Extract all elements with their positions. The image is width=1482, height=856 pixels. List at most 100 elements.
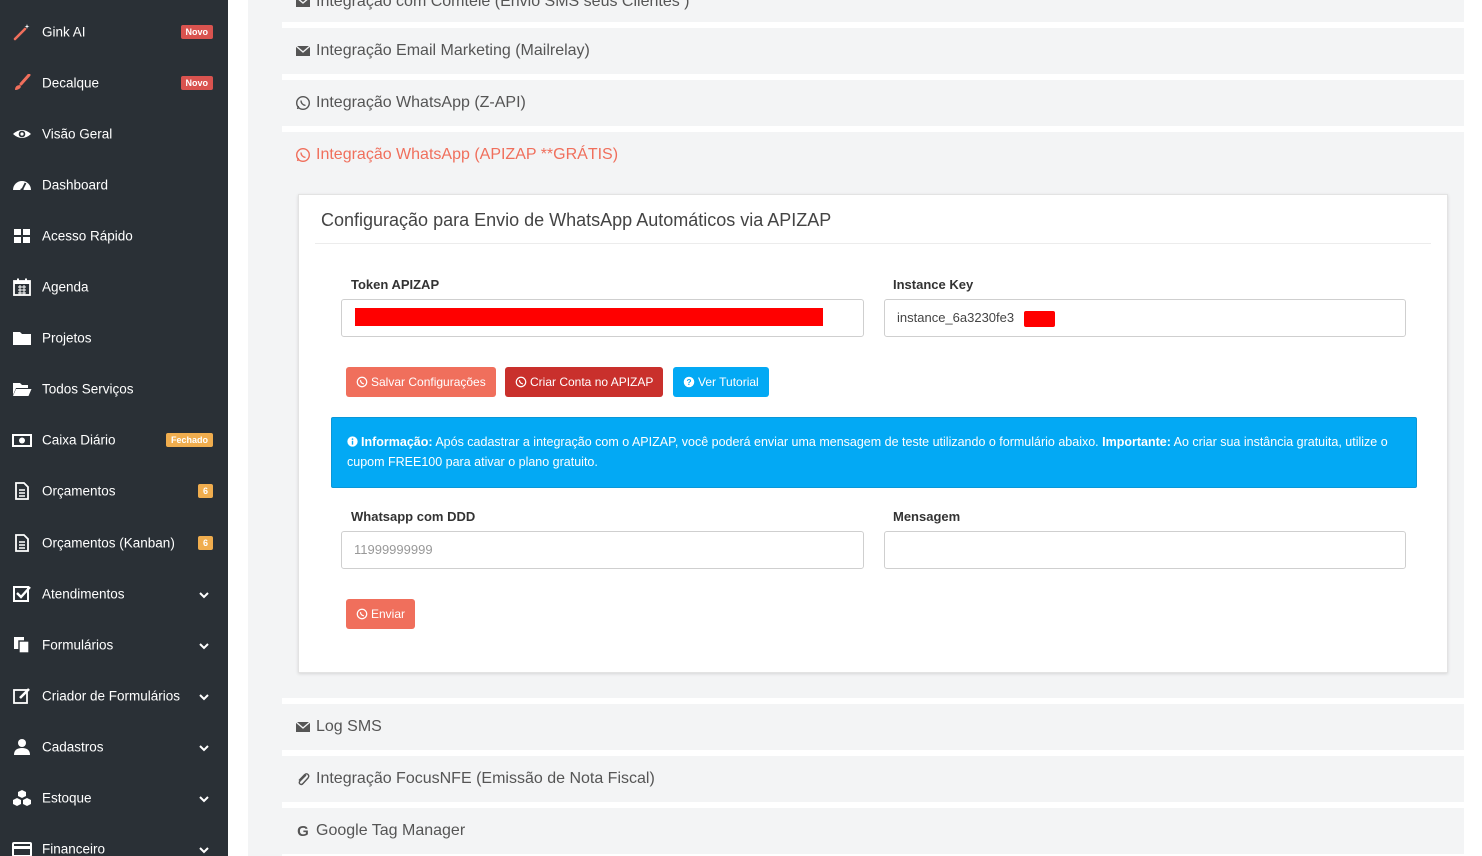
- instance-key-label: Instance Key: [893, 277, 974, 292]
- accordion-comtele[interactable]: Integração com Comtele (Envio SMS seus C…: [282, 0, 1464, 26]
- sidebar-badge: Novo: [180, 75, 213, 90]
- redaction-block: [1024, 311, 1055, 327]
- edit-icon: [11, 686, 33, 706]
- sidebar-item-label: Dashboard: [42, 177, 109, 193]
- whatsapp-icon: [356, 608, 368, 620]
- chevron-down-icon: [198, 639, 210, 651]
- accordion-title: Integração Email Marketing (Mailrelay): [316, 42, 590, 59]
- grid-icon: [11, 226, 33, 246]
- sidebar-badge: Fechado: [165, 433, 213, 448]
- sidebar-item-cadastros[interactable]: Cadastros: [0, 721, 228, 772]
- sidebar: Gink AI Novo Decalque Novo Visão Geral Dashbo…: [0, 0, 228, 856]
- info-circle-icon: [347, 434, 358, 447]
- save-config-button[interactable]: Salvar Configurações: [346, 367, 496, 397]
- credit-card-icon: [11, 839, 33, 856]
- instance-key-input[interactable]: instance_6a3230fe3: [884, 299, 1406, 337]
- sidebar-item-agenda[interactable]: Agenda: [0, 262, 228, 313]
- accordion-title: Google Tag Manager: [316, 822, 466, 839]
- sidebar-item-label: Projetos: [42, 330, 92, 346]
- sidebar-item-estoque[interactable]: Estoque: [0, 773, 228, 824]
- whatsapp-icon: [295, 147, 311, 163]
- info-label: Informação:: [361, 435, 433, 449]
- accordion-title: Integração WhatsApp (Z-API): [316, 94, 526, 111]
- chevron-down-icon: [198, 690, 210, 702]
- sidebar-item-label: Atendimentos: [42, 586, 125, 602]
- svg-text:G: G: [297, 823, 309, 839]
- accordion-title: Log SMS: [316, 718, 382, 735]
- token-label: Token APIZAP: [351, 277, 440, 292]
- accordion-log-sms[interactable]: Log SMS: [282, 704, 1464, 754]
- sidebar-item-visao-geral[interactable]: Visão Geral: [0, 108, 228, 159]
- sidebar-item-label: Agenda: [42, 279, 89, 295]
- question-circle-icon: ?: [683, 376, 695, 388]
- chevron-down-icon: [198, 843, 210, 855]
- accordion-apizap-header[interactable]: Integração WhatsApp (APIZAP **GRÁTIS): [295, 146, 618, 164]
- sidebar-item-dashboard[interactable]: Dashboard: [0, 159, 228, 210]
- send-button[interactable]: Enviar: [346, 599, 416, 629]
- chevron-down-icon: [198, 741, 210, 753]
- create-apizap-account-button[interactable]: Criar Conta no APIZAP: [505, 367, 664, 397]
- sidebar-item-todos-servicos[interactable]: Todos Serviços: [0, 364, 228, 415]
- sidebar-item-label: Cadastros: [42, 739, 104, 755]
- sidebar-item-orcamentos[interactable]: Orçamentos 6: [0, 466, 228, 517]
- view-tutorial-button[interactable]: ? Ver Tutorial: [673, 367, 769, 397]
- sidebar-item-label: Caixa Diário: [42, 432, 116, 448]
- envelope-icon: [295, 43, 311, 59]
- message-input[interactable]: [884, 531, 1406, 569]
- redaction-block: [355, 308, 823, 326]
- accordion-title: Integração FocusNFE (Emissão de Nota Fis…: [316, 770, 655, 787]
- sidebar-item-label: Orçamentos (Kanban): [42, 535, 175, 550]
- sidebar-item-orcamentos-kanban[interactable]: Orçamentos (Kanban) 6: [0, 517, 228, 568]
- sidebar-item-projetos[interactable]: Projetos: [0, 313, 228, 364]
- sidebar-badge: Novo: [180, 24, 213, 39]
- accordion-mailrelay[interactable]: Integração Email Marketing (Mailrelay): [282, 28, 1464, 78]
- sidebar-badge: 6: [197, 535, 213, 550]
- envelope-icon: [295, 719, 311, 735]
- token-input[interactable]: [341, 299, 864, 337]
- google-icon: G: [295, 823, 311, 839]
- content-gutter: [248, 0, 282, 856]
- whatsapp-label: Whatsapp com DDD: [351, 509, 476, 524]
- sidebar-item-caixa-diario[interactable]: Caixa Diário Fechado: [0, 415, 228, 466]
- svg-text:?: ?: [686, 378, 691, 387]
- whatsapp-input[interactable]: 11999999999: [341, 531, 864, 569]
- document-icon: [11, 481, 33, 501]
- sidebar-item-label: Gink AI: [42, 24, 86, 39]
- card-divider: [315, 243, 1431, 244]
- accordion-focusnfe[interactable]: Integração FocusNFE (Emissão de Nota Fis…: [282, 756, 1464, 806]
- accordion-title: Integração com Comtele (Envio SMS seus C…: [316, 0, 690, 10]
- chevron-down-icon: [198, 588, 210, 600]
- card-title: Configuração para Envio de WhatsApp Auto…: [321, 210, 832, 230]
- sidebar-item-financeiro[interactable]: Financeiro: [0, 824, 228, 856]
- sidebar-item-gink-ai[interactable]: Gink AI Novo: [0, 6, 228, 57]
- whatsapp-icon: [295, 95, 311, 111]
- folder-open-icon: [11, 379, 33, 399]
- accordion-zapi[interactable]: Integração WhatsApp (Z-API): [282, 80, 1464, 130]
- money-icon: [11, 430, 33, 450]
- sidebar-item-acesso-rapido[interactable]: Acesso Rápido: [0, 210, 228, 261]
- sidebar-item-criador-de-formularios[interactable]: Criador de Formulários: [0, 670, 228, 721]
- sidebar-item-label: Acesso Rápido: [42, 228, 133, 244]
- message-label: Mensagem: [893, 509, 961, 524]
- accordion-title: Integração WhatsApp (APIZAP **GRÁTIS): [316, 146, 619, 163]
- sidebar-item-atendimentos[interactable]: Atendimentos: [0, 568, 228, 619]
- accordion-apizap: Integração WhatsApp (APIZAP **GRÁTIS) Co…: [282, 132, 1464, 698]
- apizap-config-card: Configuração para Envio de WhatsApp Auto…: [298, 194, 1448, 673]
- sidebar-item-label: Decalque: [42, 75, 100, 91]
- sidebar-item-formularios[interactable]: Formulários: [0, 619, 228, 670]
- sidebar-item-label: Todos Serviços: [42, 381, 134, 397]
- cubes-icon: [11, 788, 33, 808]
- sidebar-item-label: Criador de Formulários: [42, 688, 181, 704]
- sidebar-item-decalque[interactable]: Decalque Novo: [0, 57, 228, 108]
- important-label: Importante:: [1102, 435, 1171, 449]
- info-text: Após cadastrar a integração com o APIZAP…: [432, 435, 1103, 449]
- check-square-icon: [11, 584, 33, 604]
- calendar-icon: [11, 277, 33, 297]
- whatsapp-icon: [356, 376, 368, 388]
- copy-icon: [11, 635, 33, 655]
- sidebar-item-label: Formulários: [42, 637, 114, 653]
- sidebar-item-label: Estoque: [42, 790, 92, 806]
- accordion-gtm[interactable]: G Google Tag Manager: [282, 808, 1464, 856]
- sidebar-item-label: Financeiro: [42, 841, 106, 856]
- sidebar-badge: 6: [197, 484, 213, 499]
